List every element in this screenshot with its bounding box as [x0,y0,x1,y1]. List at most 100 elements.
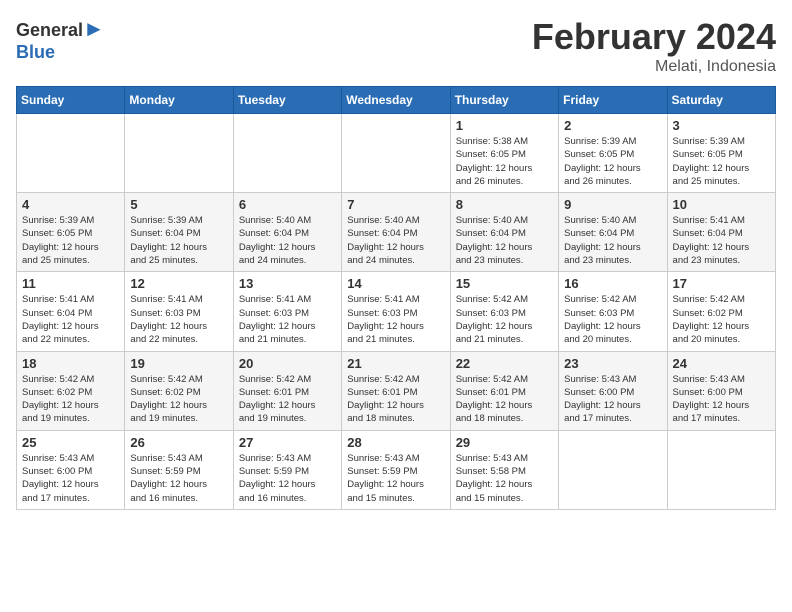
weekday-header-thursday: Thursday [450,87,558,114]
logo-blue: Blue [16,42,55,62]
day-info: Sunrise: 5:38 AM Sunset: 6:05 PM Dayligh… [456,135,553,188]
calendar-cell: 25 Sunrise: 5:43 AM Sunset: 6:00 PM Dayli… [17,430,125,509]
day-number: 14 [347,276,444,291]
day-info: Sunrise: 5:41 AM Sunset: 6:04 PM Dayligh… [22,293,119,346]
day-number: 9 [564,197,661,212]
day-info: Sunrise: 5:43 AM Sunset: 5:59 PM Dayligh… [239,452,336,505]
day-info: Sunrise: 5:39 AM Sunset: 6:05 PM Dayligh… [673,135,770,188]
weekday-header-saturday: Saturday [667,87,775,114]
day-number: 23 [564,356,661,371]
day-info: Sunrise: 5:42 AM Sunset: 6:01 PM Dayligh… [347,373,444,426]
day-info: Sunrise: 5:40 AM Sunset: 6:04 PM Dayligh… [347,214,444,267]
calendar-cell: 7 Sunrise: 5:40 AM Sunset: 6:04 PM Daylig… [342,193,450,272]
calendar-cell: 13 Sunrise: 5:41 AM Sunset: 6:03 PM Dayli… [233,272,341,351]
day-info: Sunrise: 5:42 AM Sunset: 6:03 PM Dayligh… [564,293,661,346]
calendar-cell: 3 Sunrise: 5:39 AM Sunset: 6:05 PM Daylig… [667,114,775,193]
day-info: Sunrise: 5:43 AM Sunset: 5:58 PM Dayligh… [456,452,553,505]
weekday-header-tuesday: Tuesday [233,87,341,114]
calendar-cell: 1 Sunrise: 5:38 AM Sunset: 6:05 PM Daylig… [450,114,558,193]
logo-text: General► Blue [16,16,105,63]
day-number: 1 [456,118,553,133]
calendar-cell [125,114,233,193]
day-info: Sunrise: 5:42 AM Sunset: 6:02 PM Dayligh… [22,373,119,426]
day-number: 2 [564,118,661,133]
calendar-cell: 22Sunrise: 5:42 AM Sunset: 6:01 PM Dayli… [450,351,558,430]
day-number: 26 [130,435,227,450]
day-info: Sunrise: 5:41 AM Sunset: 6:03 PM Dayligh… [239,293,336,346]
day-info: Sunrise: 5:40 AM Sunset: 6:04 PM Dayligh… [456,214,553,267]
calendar-cell [667,430,775,509]
week-row-4: 18 Sunrise: 5:42 AM Sunset: 6:02 PM Dayli… [17,351,776,430]
calendar-cell: 23Sunrise: 5:43 AM Sunset: 6:00 PM Dayli… [559,351,667,430]
day-info: Sunrise: 5:43 AM Sunset: 5:59 PM Dayligh… [347,452,444,505]
calendar-cell: 10Sunrise: 5:41 AM Sunset: 6:04 PM Dayli… [667,193,775,272]
weekday-header-monday: Monday [125,87,233,114]
day-number: 21 [347,356,444,371]
calendar-cell: 19 Sunrise: 5:42 AM Sunset: 6:02 PM Dayli… [125,351,233,430]
day-info: Sunrise: 5:41 AM Sunset: 6:03 PM Dayligh… [130,293,227,346]
day-number: 22 [456,356,553,371]
day-number: 29 [456,435,553,450]
calendar-cell: 24 Sunrise: 5:43 AM Sunset: 6:00 PM Dayli… [667,351,775,430]
page-header: General► Blue February 2024 Melati, Indo… [16,16,776,76]
day-number: 7 [347,197,444,212]
week-row-5: 25 Sunrise: 5:43 AM Sunset: 6:00 PM Dayli… [17,430,776,509]
day-number: 8 [456,197,553,212]
day-info: Sunrise: 5:43 AM Sunset: 5:59 PM Dayligh… [130,452,227,505]
day-info: Sunrise: 5:43 AM Sunset: 6:00 PM Dayligh… [673,373,770,426]
location-title: Melati, Indonesia [532,58,776,76]
day-number: 20 [239,356,336,371]
day-number: 28 [347,435,444,450]
day-info: Sunrise: 5:39 AM Sunset: 6:05 PM Dayligh… [22,214,119,267]
logo-general: General [16,20,83,40]
day-info: Sunrise: 5:39 AM Sunset: 6:04 PM Dayligh… [130,214,227,267]
day-info: Sunrise: 5:40 AM Sunset: 6:04 PM Dayligh… [239,214,336,267]
day-number: 15 [456,276,553,291]
calendar-cell: 16Sunrise: 5:42 AM Sunset: 6:03 PM Dayli… [559,272,667,351]
weekday-header-friday: Friday [559,87,667,114]
calendar-cell: 18 Sunrise: 5:42 AM Sunset: 6:02 PM Dayli… [17,351,125,430]
day-number: 24 [673,356,770,371]
calendar-cell [342,114,450,193]
logo-bird-icon: ► [83,16,105,41]
calendar-cell: 20 Sunrise: 5:42 AM Sunset: 6:01 PM Dayli… [233,351,341,430]
day-number: 25 [22,435,119,450]
calendar-cell: 2Sunrise: 5:39 AM Sunset: 6:05 PM Daylig… [559,114,667,193]
title-block: February 2024 Melati, Indonesia [532,16,776,76]
calendar-cell [17,114,125,193]
calendar-cell: 4 Sunrise: 5:39 AM Sunset: 6:05 PM Daylig… [17,193,125,272]
day-number: 19 [130,356,227,371]
calendar-cell: 26 Sunrise: 5:43 AM Sunset: 5:59 PM Dayli… [125,430,233,509]
calendar-cell: 12Sunrise: 5:41 AM Sunset: 6:03 PM Dayli… [125,272,233,351]
day-number: 18 [22,356,119,371]
day-number: 4 [22,197,119,212]
day-info: Sunrise: 5:41 AM Sunset: 6:03 PM Dayligh… [347,293,444,346]
calendar-cell: 29 Sunrise: 5:43 AM Sunset: 5:58 PM Dayli… [450,430,558,509]
calendar-cell: 5Sunrise: 5:39 AM Sunset: 6:04 PM Daylig… [125,193,233,272]
calendar-cell [559,430,667,509]
day-number: 13 [239,276,336,291]
week-row-2: 4 Sunrise: 5:39 AM Sunset: 6:05 PM Daylig… [17,193,776,272]
calendar-cell: 17Sunrise: 5:42 AM Sunset: 6:02 PM Dayli… [667,272,775,351]
weekday-header-wednesday: Wednesday [342,87,450,114]
calendar-cell: 11 Sunrise: 5:41 AM Sunset: 6:04 PM Dayli… [17,272,125,351]
logo: General► Blue [16,16,105,63]
calendar-cell: 6Sunrise: 5:40 AM Sunset: 6:04 PM Daylig… [233,193,341,272]
calendar-cell: 9 Sunrise: 5:40 AM Sunset: 6:04 PM Daylig… [559,193,667,272]
day-info: Sunrise: 5:42 AM Sunset: 6:02 PM Dayligh… [130,373,227,426]
day-info: Sunrise: 5:42 AM Sunset: 6:01 PM Dayligh… [239,373,336,426]
weekday-header-row: SundayMondayTuesdayWednesdayThursdayFrid… [17,87,776,114]
day-info: Sunrise: 5:40 AM Sunset: 6:04 PM Dayligh… [564,214,661,267]
calendar-table: SundayMondayTuesdayWednesdayThursdayFrid… [16,86,776,510]
day-number: 27 [239,435,336,450]
day-info: Sunrise: 5:41 AM Sunset: 6:04 PM Dayligh… [673,214,770,267]
calendar-cell: 8 Sunrise: 5:40 AM Sunset: 6:04 PM Daylig… [450,193,558,272]
day-number: 3 [673,118,770,133]
weekday-header-sunday: Sunday [17,87,125,114]
month-title: February 2024 [532,16,776,58]
day-number: 11 [22,276,119,291]
week-row-3: 11 Sunrise: 5:41 AM Sunset: 6:04 PM Dayli… [17,272,776,351]
day-number: 17 [673,276,770,291]
calendar-cell: 28 Sunrise: 5:43 AM Sunset: 5:59 PM Dayli… [342,430,450,509]
day-info: Sunrise: 5:43 AM Sunset: 6:00 PM Dayligh… [22,452,119,505]
